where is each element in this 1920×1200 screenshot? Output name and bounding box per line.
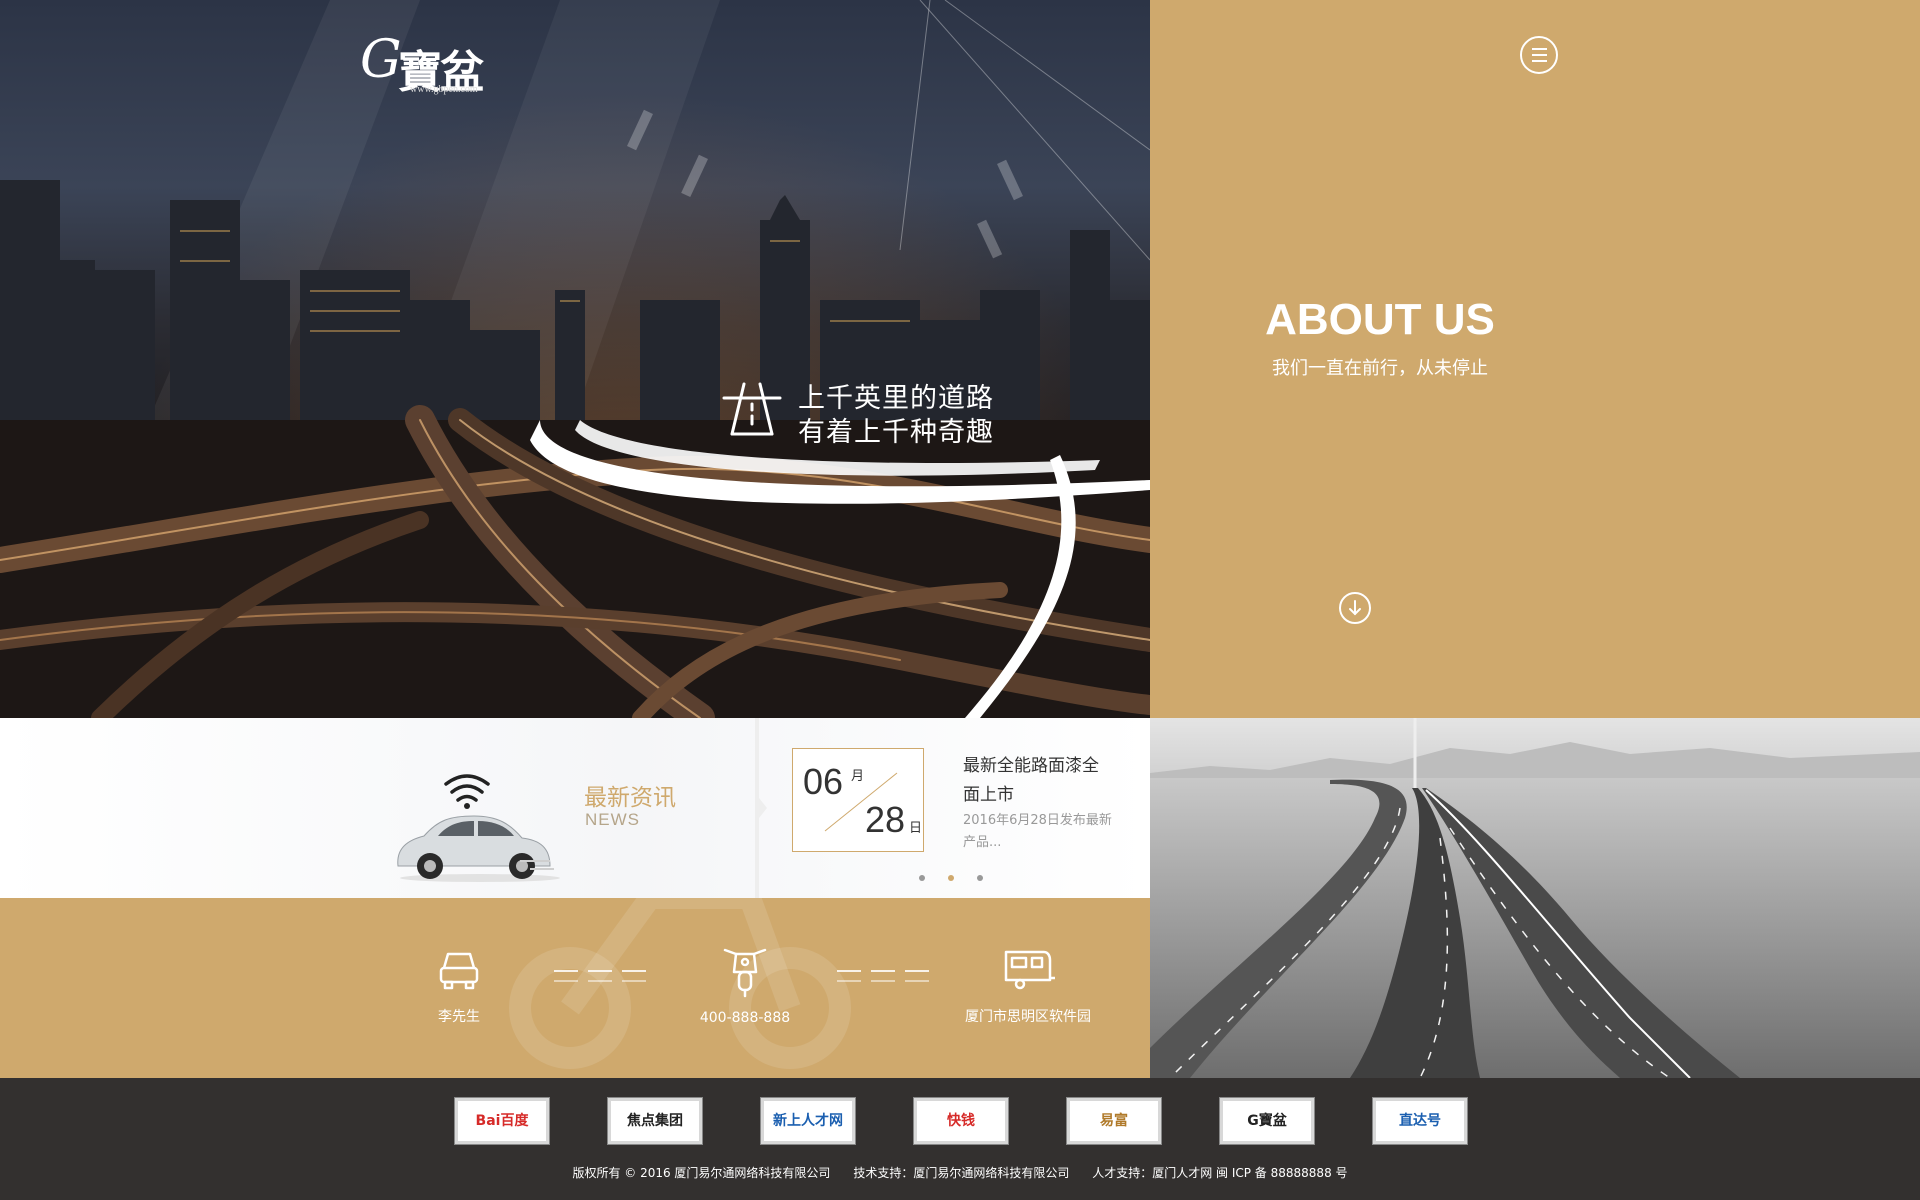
news-day: 28 [865, 799, 906, 840]
dash-decoration [554, 970, 646, 984]
partner-link-focus-group[interactable]: 焦点集团 [607, 1097, 703, 1145]
logo-mark: G [360, 30, 402, 90]
partner-link-gbpen[interactable]: G寶盆 [1219, 1097, 1315, 1145]
partner-name: 新上人才网 [773, 1113, 843, 1129]
site-logo[interactable]: G 寶盆 www.gbpen.com [360, 30, 490, 100]
partner-link-kuaiqian[interactable]: 快钱 [913, 1097, 1009, 1145]
partner-name: 直达号 [1399, 1113, 1441, 1129]
news-excerpt: 2016年6月28日发布最新产品... [963, 813, 1112, 850]
partner-name: Bai百度 [475, 1113, 529, 1129]
about-subtitle: 我们一直在前行，从未停止 [1272, 358, 1488, 379]
contact-strip: 李先生 400-888-888 厦门市思明区软件园 [0, 898, 1150, 1078]
contact-address-text: 厦门市思明区软件园 [965, 1009, 1091, 1025]
dash-decoration [837, 970, 929, 984]
wifi-icon [444, 774, 490, 802]
pager-dot[interactable] [919, 875, 925, 881]
car-icon [397, 815, 560, 882]
partner-link-yifu[interactable]: 易富 [1066, 1097, 1162, 1145]
partner-name: G寶盆 [1247, 1113, 1287, 1129]
news-strip: 最新资讯 NEWS 06 月 28 日 最新全能路面漆全面上市 2016年6月2… [0, 718, 1150, 898]
city-night-scene [0, 0, 1150, 718]
pager-dot-active[interactable] [948, 875, 954, 881]
news-label: 最新资讯 [584, 785, 676, 811]
arrow-down-circle-icon[interactable] [1339, 592, 1371, 624]
contact-name: 李先生 [438, 1009, 480, 1025]
caravan-icon [1004, 950, 1055, 990]
slogan-line-2: 有着上千种奇趣 [798, 417, 994, 448]
about-panel: ABOUT US 我们一直在前行，从未停止 [1150, 0, 1920, 718]
partner-link-zhidahao[interactable]: 直达号 [1372, 1097, 1468, 1145]
contact-phone-number[interactable]: 400-888-888 [682, 1010, 808, 1026]
contact-phone: 400-888-888 [682, 942, 808, 1026]
site-footer: Bai百度 焦点集团 新上人才网 快钱 易富 G寶盆 直达号 版权所有 © 20… [0, 1078, 1920, 1200]
pager-dot[interactable] [977, 875, 983, 881]
news-illustration [397, 774, 560, 882]
news-label-en: NEWS [585, 810, 640, 829]
hero-banner: G 寶盆 www.gbpen.com 上千英里的道路 有着上千种奇趣 [0, 0, 1150, 718]
bridge-photo [1150, 718, 1920, 1078]
menu-icon[interactable] [1520, 36, 1558, 74]
copyright-text: 版权所有 © 2016 厦门易尔通网络科技有限公司 技术支持：厦门易尔通网络科技… [572, 1166, 1348, 1180]
news-day-unit: 日 [909, 821, 923, 836]
section-divider [755, 718, 767, 898]
partner-name: 焦点集团 [627, 1113, 683, 1129]
partner-link-xgzrc[interactable]: 新上人才网 [760, 1097, 856, 1145]
contact-person: 李先生 [414, 946, 504, 1026]
road-icon [722, 382, 782, 436]
contact-address: 厦门市思明区软件园 [950, 946, 1106, 1026]
logo-url: www.gbpen.com [410, 84, 478, 95]
partner-name: 易富 [1100, 1113, 1128, 1129]
bridge-scene [1150, 718, 1920, 1078]
motorcycle-icon [723, 948, 767, 998]
car-front-icon [439, 952, 479, 990]
partner-link-baidu[interactable]: Bai百度 [454, 1097, 550, 1145]
about-title: ABOUT US [1265, 295, 1495, 344]
news-headline[interactable]: 最新全能路面漆全面上市 [963, 752, 1113, 810]
news-date: 06 月 28 日 [792, 748, 924, 852]
partner-name: 快钱 [947, 1113, 975, 1129]
